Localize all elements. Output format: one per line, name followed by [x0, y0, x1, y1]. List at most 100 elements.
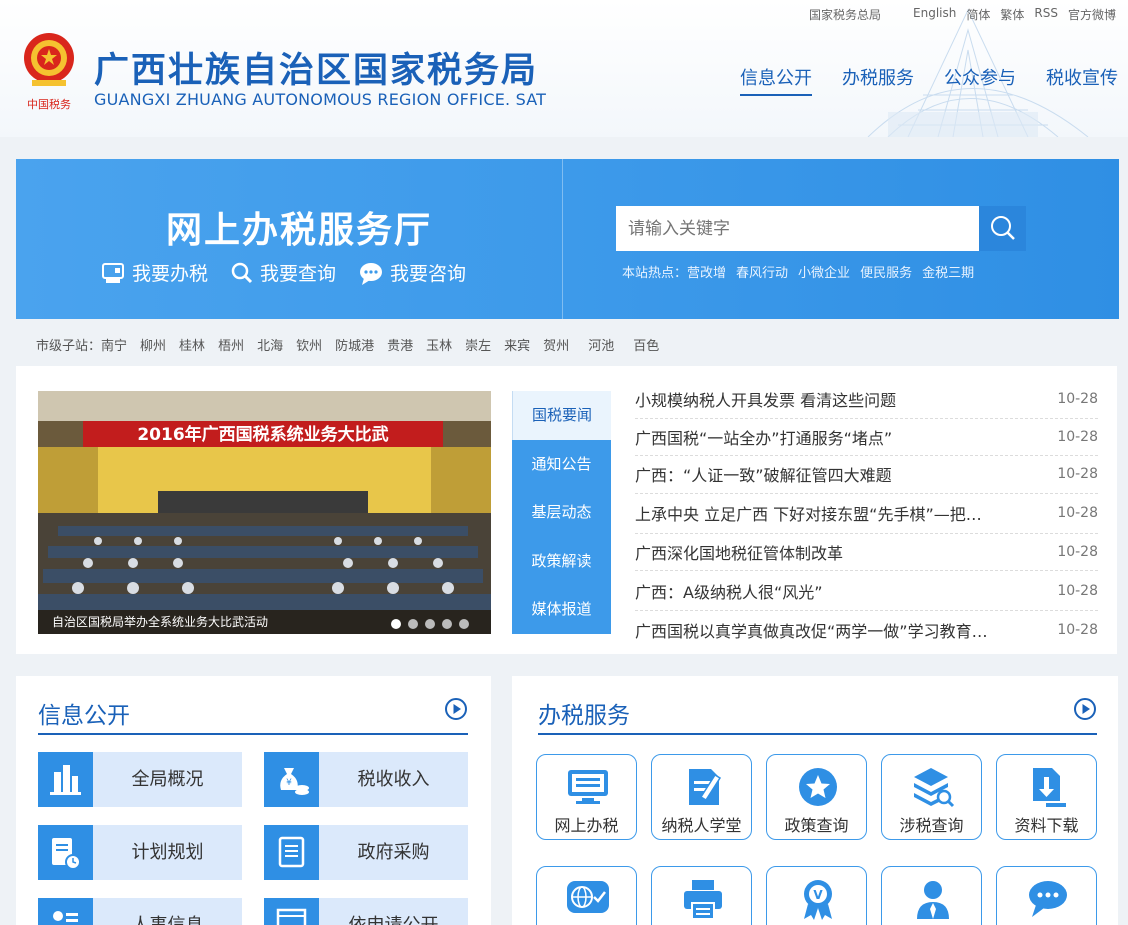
globe-check-icon [567, 881, 609, 913]
tax-emblem-logo[interactable]: 中国税务 [18, 30, 80, 112]
tab-notices[interactable]: 通知公告 [512, 440, 611, 489]
nav-public-participation[interactable]: 公众参与 [944, 64, 1016, 96]
site-title-en: GUANGXI ZHUANG AUTONOMOUS REGION OFFICE.… [94, 90, 547, 109]
slide-dots [391, 619, 469, 629]
hot-link[interactable]: 春风行动 [736, 262, 788, 281]
play-more-icon[interactable] [1073, 697, 1097, 721]
top-link-rss[interactable]: RSS [1034, 6, 1058, 23]
tax-filing-icon [102, 262, 124, 283]
hall-link-consult-label: 我要咨询 [390, 263, 467, 285]
city-label: 市级子站：南宁 [36, 339, 128, 354]
site-title: 广西壮族自治区国家税务局 [94, 51, 539, 91]
monitor-icon [568, 770, 608, 804]
news-item[interactable]: 广西：“人证一致”破解征管四大难题 10-28 [635, 456, 1098, 494]
city-link[interactable]: 南宁 [101, 339, 127, 354]
city-link[interactable]: 百色 [633, 335, 659, 354]
service-item[interactable] [996, 866, 1097, 925]
panel-divider [38, 733, 468, 735]
news-date: 10-28 [1057, 505, 1098, 521]
news-date: 10-28 [1057, 543, 1098, 560]
hot-link[interactable]: 金税三期 [922, 262, 974, 281]
hall-link-file-tax-label: 我要办税 [132, 263, 209, 285]
service-online-tax[interactable]: 网上办税 [536, 754, 637, 840]
city-link[interactable]: 贵港 [387, 335, 413, 354]
svg-text:¥: ¥ [286, 778, 292, 788]
news-tabs: 国税要闻 通知公告 基层动态 政策解读 媒体报道 [512, 391, 611, 634]
tab-local-updates[interactable]: 基层动态 [512, 488, 611, 537]
play-more-icon[interactable] [444, 697, 468, 721]
top-link-simplified[interactable]: 简体 [966, 6, 990, 23]
person-icon [917, 881, 949, 919]
top-link-weibo[interactable]: 官方微博 [1068, 6, 1116, 23]
info-item-request-disclosure[interactable]: 依申请公开 [264, 898, 468, 925]
city-link[interactable]: 钦州 [296, 335, 322, 354]
city-link[interactable]: 梧州 [218, 335, 244, 354]
service-tax-query[interactable]: 涉税查询 [881, 754, 982, 840]
news-item[interactable]: 上承中央 立足广西 下好对接东盟“先手棋”—把… 10-28 [635, 494, 1098, 534]
slide-dot[interactable] [442, 619, 452, 629]
tab-tax-news[interactable]: 国税要闻 [512, 391, 611, 440]
city-link[interactable]: 来宾 [504, 335, 530, 354]
info-item-label: 人事信息 [93, 898, 242, 925]
news-title: 广西：“人证一致”破解征管四大难题 [635, 466, 892, 486]
city-link[interactable]: 崇左 [465, 335, 491, 354]
city-link[interactable]: 防城港 [335, 335, 374, 354]
tax-service-panel: 办税服务 网上办税 纳税人学堂 政策查询 涉税查询 资料下载 V [512, 676, 1118, 925]
hall-link-query-label: 我要查询 [260, 263, 337, 285]
search-button[interactable] [978, 206, 1026, 251]
nav-tax-publicity[interactable]: 税收宣传 [1046, 64, 1118, 96]
news-item[interactable]: 广西深化国地税征管体制改革 10-28 [635, 534, 1098, 571]
search-input[interactable] [616, 206, 978, 251]
news-item[interactable]: 广西：A级纳税人很“风光” 10-28 [635, 571, 1098, 611]
tab-policy-interpretation[interactable]: 政策解读 [512, 537, 611, 586]
hot-link[interactable]: 营改增 [687, 262, 726, 281]
city-link[interactable]: 北海 [257, 335, 283, 354]
service-policy-query[interactable]: 政策查询 [766, 754, 867, 840]
slide-dot[interactable] [408, 619, 418, 629]
news-date: 10-28 [1057, 391, 1098, 408]
city-link[interactable]: 贺州 [543, 335, 569, 354]
chat-bubble-icon [360, 262, 383, 285]
hall-link-query[interactable]: 我要查询 [230, 259, 336, 286]
hall-link-file-tax[interactable]: 我要办税 [100, 259, 208, 286]
service-item[interactable] [651, 866, 752, 925]
top-link-sat[interactable]: 国家税务总局 [809, 6, 881, 23]
city-link[interactable]: 桂林 [179, 335, 205, 354]
nav-info-public[interactable]: 信息公开 [740, 64, 812, 96]
news-item[interactable]: 小规模纳税人开具发票 看清这些问题 10-28 [635, 381, 1098, 419]
info-item-planning[interactable]: 计划规划 [38, 825, 242, 880]
info-item-overview[interactable]: 全局概况 [38, 752, 242, 807]
document-clock-icon [38, 825, 93, 880]
city-link[interactable]: 柳州 [140, 335, 166, 354]
svg-text:V: V [813, 888, 823, 902]
panel-divider [538, 733, 1097, 735]
news-title: 广西国税“一站全办”打通服务“堵点” [635, 428, 893, 448]
info-item-tax-revenue[interactable]: ¥ 税收收入 [264, 752, 468, 807]
document-pen-icon [689, 769, 722, 805]
hall-link-consult[interactable]: 我要咨询 [358, 259, 466, 286]
slide-dot[interactable] [425, 619, 435, 629]
slide-dot[interactable] [459, 619, 469, 629]
conference-photo: 2016年广西国税系统业务大比武 [38, 391, 491, 634]
news-item[interactable]: 广西国税“一站全办”打通服务“堵点” 10-28 [635, 419, 1098, 456]
service-item[interactable] [536, 866, 637, 925]
hot-link[interactable]: 便民服务 [860, 262, 912, 281]
news-date: 10-28 [1057, 428, 1098, 445]
service-item[interactable]: V [766, 866, 867, 925]
service-taxpayer-school[interactable]: 纳税人学堂 [651, 754, 752, 840]
info-item-procurement[interactable]: 政府采购 [264, 825, 468, 880]
service-item[interactable] [881, 866, 982, 925]
slide-dot[interactable] [391, 619, 401, 629]
news-item[interactable]: 广西国税以真学真做真改促“两学一做”学习教育… 10-28 [635, 611, 1098, 649]
city-link[interactable]: 河池 [588, 335, 614, 354]
info-item-personnel[interactable]: 人事信息 [38, 898, 242, 925]
hot-link[interactable]: 小微企业 [798, 262, 850, 281]
top-link-traditional[interactable]: 繁体 [1000, 6, 1024, 23]
service-downloads[interactable]: 资料下载 [996, 754, 1097, 840]
top-link-english[interactable]: English [913, 6, 956, 23]
tab-media-reports[interactable]: 媒体报道 [512, 585, 611, 634]
layers-search-icon [914, 768, 955, 808]
news-slideshow[interactable]: 2016年广西国税系统业务大比武 自治区国税局举办全系统业务大比武活动 [38, 391, 491, 634]
nav-tax-service[interactable]: 办税服务 [842, 64, 914, 96]
city-link[interactable]: 玉林 [426, 335, 452, 354]
